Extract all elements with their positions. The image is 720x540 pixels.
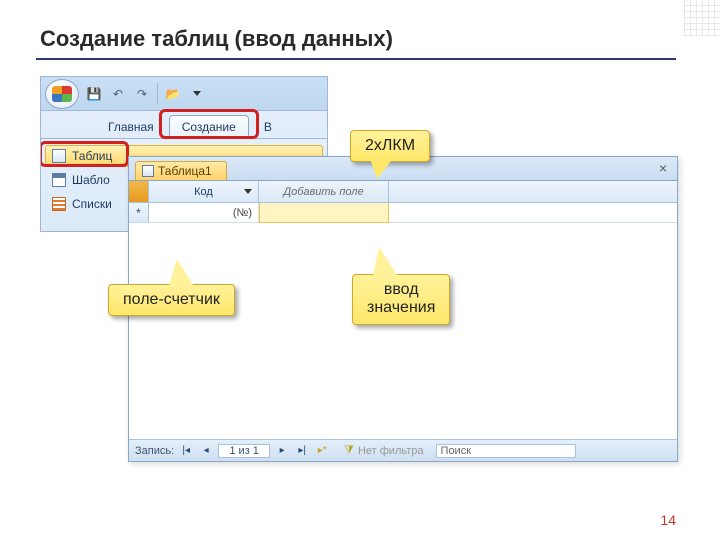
- callout-tail: [373, 247, 397, 275]
- record-label: Запись:: [135, 445, 174, 457]
- callout-double-click: 2хЛКМ: [350, 130, 430, 162]
- slide-corner-decoration: [684, 0, 720, 36]
- cell-add-field-active[interactable]: [259, 203, 389, 223]
- table-icon: [52, 149, 66, 163]
- undo-icon[interactable]: ↶: [109, 85, 127, 103]
- row-selector[interactable]: *: [129, 203, 149, 222]
- column-header-label: Код: [194, 186, 213, 198]
- nav-last-icon[interactable]: ▸|: [294, 444, 310, 458]
- filter-icon: ⧩: [344, 444, 354, 457]
- filter-label: Нет фильтра: [358, 445, 424, 457]
- tab-home[interactable]: Главная: [95, 115, 167, 138]
- new-record-row[interactable]: * (№): [129, 203, 677, 223]
- callout-tail: [371, 161, 391, 179]
- tab-create[interactable]: Создание: [169, 115, 249, 138]
- datasheet-tab[interactable]: Таблица1: [135, 161, 227, 180]
- nav-item-label: Шабло: [72, 173, 110, 187]
- table-icon: [142, 165, 154, 177]
- list-icon: [52, 197, 66, 211]
- slide-title: Создание таблиц (ввод данных): [40, 26, 393, 52]
- nav-new-icon[interactable]: ▸*: [314, 444, 330, 458]
- ribbon-tab-row: Главная Создание В: [41, 111, 327, 139]
- title-underline: [36, 58, 676, 60]
- nav-item-label: Таблиц: [72, 149, 112, 163]
- callout-text: поле-счетчик: [123, 291, 220, 308]
- datasheet-tab-label: Таблица1: [158, 164, 212, 178]
- record-navigator: Запись: |◂ ◂ 1 из 1 ▸ ▸| ▸* ⧩ Нет фильтр…: [129, 439, 677, 461]
- filter-indicator[interactable]: ⧩ Нет фильтра: [344, 444, 423, 457]
- save-icon[interactable]: 💾: [85, 85, 103, 103]
- redo-icon[interactable]: ↷: [133, 85, 151, 103]
- cell-id-new: (№): [149, 203, 259, 222]
- callout-enter-value: ввод значения: [352, 274, 450, 325]
- callout-tail: [169, 259, 193, 285]
- chevron-down-icon[interactable]: [244, 189, 252, 194]
- callout-text: 2хЛКМ: [365, 137, 415, 154]
- close-button[interactable]: ×: [655, 160, 671, 176]
- select-all-cell[interactable]: [129, 181, 149, 202]
- new-record-icon: *: [136, 206, 141, 220]
- quick-access-toolbar: 💾 ↶ ↷ 📂: [41, 77, 327, 111]
- office-button[interactable]: [45, 79, 79, 109]
- nav-item-label: Списки: [72, 197, 112, 211]
- callout-text-line2: значения: [367, 299, 435, 317]
- callout-text-line1: ввод: [367, 281, 435, 299]
- template-icon: [52, 173, 66, 187]
- nav-first-icon[interactable]: |◂: [178, 444, 194, 458]
- record-position[interactable]: 1 из 1: [218, 444, 270, 458]
- qat-separator: [157, 83, 158, 105]
- column-header-add-field[interactable]: Добавить поле: [259, 181, 389, 202]
- nav-next-icon[interactable]: ▸: [274, 444, 290, 458]
- callout-counter-field: поле-счетчик: [108, 284, 235, 316]
- open-folder-icon[interactable]: 📂: [164, 85, 182, 103]
- office-logo-icon: [52, 86, 72, 102]
- column-header-id[interactable]: Код: [149, 181, 259, 202]
- column-header-row: Код Добавить поле: [129, 181, 677, 203]
- nav-prev-icon[interactable]: ◂: [198, 444, 214, 458]
- slide-number: 14: [660, 512, 676, 528]
- qat-dropdown-icon[interactable]: [188, 85, 206, 103]
- search-input[interactable]: Поиск: [436, 444, 576, 458]
- tab-next[interactable]: В: [251, 115, 285, 138]
